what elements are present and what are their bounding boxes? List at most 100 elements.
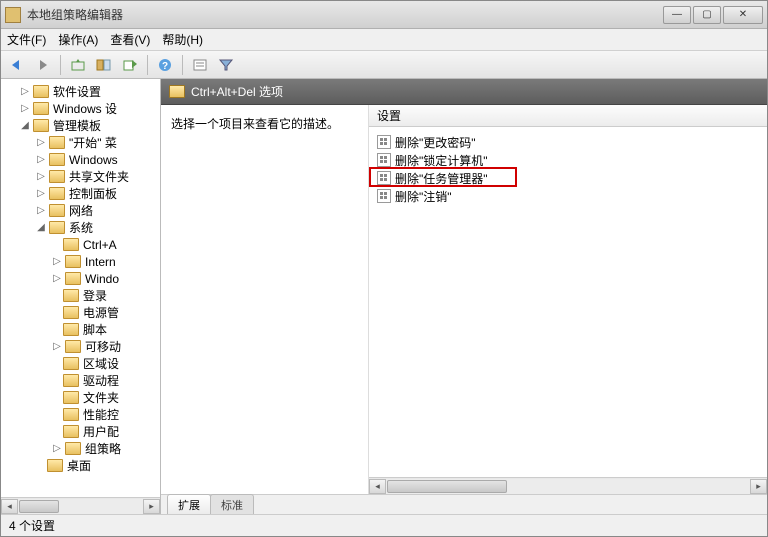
tree-node[interactable]: Ctrl+A xyxy=(3,236,160,253)
tree-node[interactable]: ◢系统 xyxy=(3,219,160,236)
tree-node[interactable]: ▷控制面板 xyxy=(3,185,160,202)
tree-node[interactable]: ▷ Intern xyxy=(3,253,160,270)
back-button[interactable] xyxy=(5,54,29,76)
tree-node[interactable]: 性能控 xyxy=(3,406,160,423)
list-item[interactable]: 删除"锁定计算机" xyxy=(373,151,763,169)
menu-action[interactable]: 操作(A) xyxy=(58,31,98,48)
tree-node[interactable]: 用户配 xyxy=(3,423,160,440)
expand-icon[interactable]: ▷ xyxy=(51,256,63,268)
minimize-button[interactable]: — xyxy=(663,6,691,24)
folder-icon xyxy=(33,119,49,132)
titlebar[interactable]: 本地组策略编辑器 — ▢ ✕ xyxy=(1,1,767,29)
properties-button[interactable] xyxy=(188,54,212,76)
tab-extended[interactable]: 扩展 xyxy=(167,494,211,514)
folder-icon xyxy=(63,323,79,336)
folder-icon xyxy=(63,357,79,370)
tree-node[interactable]: 电源管 xyxy=(3,304,160,321)
expand-icon[interactable]: ▷ xyxy=(51,341,63,353)
tree-node[interactable]: ▷软件设置 xyxy=(3,83,160,100)
folder-icon xyxy=(63,238,79,251)
expand-icon[interactable]: ▷ xyxy=(35,137,47,149)
scroll-right-icon[interactable]: ▸ xyxy=(143,499,160,514)
list-item[interactable]: 删除"任务管理器" xyxy=(373,169,763,187)
tree-node[interactable]: ▷可移动 xyxy=(3,338,160,355)
description-column: 选择一个项目来查看它的描述。 xyxy=(161,105,369,494)
menu-view[interactable]: 查看(V) xyxy=(110,31,150,48)
expand-icon[interactable]: ◢ xyxy=(19,120,31,132)
folder-icon xyxy=(65,272,81,285)
maximize-button[interactable]: ▢ xyxy=(693,6,721,24)
tree-hscrollbar[interactable]: ◂ ▸ xyxy=(1,497,160,514)
help-button[interactable]: ? xyxy=(153,54,177,76)
tree-node[interactable]: 登录 xyxy=(3,287,160,304)
up-button[interactable] xyxy=(66,54,90,76)
expand-icon[interactable]: ▷ xyxy=(51,443,63,455)
path-header: Ctrl+Alt+Del 选项 xyxy=(161,79,767,105)
tree-node[interactable]: 脚本 xyxy=(3,321,160,338)
folder-icon xyxy=(63,374,79,387)
expand-icon[interactable]: ▷ xyxy=(51,273,63,285)
tree-label: 区域设 xyxy=(83,355,119,372)
scroll-left-icon[interactable]: ◂ xyxy=(369,479,386,494)
show-hide-tree-button[interactable] xyxy=(92,54,116,76)
scroll-right-icon[interactable]: ▸ xyxy=(750,479,767,494)
menu-file[interactable]: 文件(F) xyxy=(7,31,46,48)
expand-icon[interactable]: ▷ xyxy=(35,171,47,183)
tree-node[interactable]: 桌面 xyxy=(3,457,160,474)
tree-label: 文件夹 xyxy=(83,389,119,406)
tree-node[interactable]: ▷Windows 设 xyxy=(3,100,160,117)
folder-icon xyxy=(33,85,49,98)
tree-node[interactable]: ▷Windo xyxy=(3,270,160,287)
folder-icon xyxy=(65,255,81,268)
list-item[interactable]: 删除"注销" xyxy=(373,187,763,205)
close-button[interactable]: ✕ xyxy=(723,6,763,24)
tree-label: 用户配 xyxy=(83,423,119,440)
expand-icon[interactable]: ▷ xyxy=(35,154,47,166)
expand-icon[interactable]: ▷ xyxy=(19,86,31,98)
settings-header-label: 设置 xyxy=(377,107,401,124)
expand-icon[interactable]: ▷ xyxy=(35,205,47,217)
folder-icon xyxy=(65,442,81,455)
path-title: Ctrl+Alt+Del 选项 xyxy=(191,83,283,100)
tree-node[interactable]: ▷Windows xyxy=(3,151,160,168)
description-prompt: 选择一个项目来查看它的描述。 xyxy=(171,115,358,132)
tab-standard[interactable]: 标准 xyxy=(210,494,254,514)
tree-node[interactable]: ▷网络 xyxy=(3,202,160,219)
list-item[interactable]: 删除"更改密码" xyxy=(373,133,763,151)
folder-icon xyxy=(65,340,81,353)
tree-node[interactable]: ▷共享文件夹 xyxy=(3,168,160,185)
tree-node[interactable]: ◢管理模板 xyxy=(3,117,160,134)
tree-node[interactable]: ▷"开始" 菜 xyxy=(3,134,160,151)
tree-hscroll-thumb[interactable] xyxy=(19,500,59,513)
folder-icon xyxy=(33,102,49,115)
expand-icon[interactable]: ▷ xyxy=(19,103,31,115)
menu-help[interactable]: 帮助(H) xyxy=(162,31,203,48)
tree-label: Ctrl+A xyxy=(83,238,117,252)
tree-node[interactable]: 驱动程 xyxy=(3,372,160,389)
expand-icon[interactable]: ◢ xyxy=(35,222,47,234)
tree-label: Intern xyxy=(85,255,116,269)
tree-node[interactable]: ▷ 组策略 xyxy=(3,440,160,457)
statusbar: 4 个设置 xyxy=(1,514,767,536)
window-title: 本地组策略编辑器 xyxy=(27,6,663,23)
scroll-left-icon[interactable]: ◂ xyxy=(1,499,18,514)
tree-node[interactable]: 区域设 xyxy=(3,355,160,372)
tree-label: 组策略 xyxy=(85,440,121,457)
settings-list-column: 设置 删除"更改密码"删除"锁定计算机"删除"任务管理器"删除"注销" ◂ ▸ xyxy=(369,105,767,494)
tree-node[interactable]: 文件夹 xyxy=(3,389,160,406)
forward-button[interactable] xyxy=(31,54,55,76)
tree-label: 驱动程 xyxy=(83,372,119,389)
toolbar: ? xyxy=(1,51,767,79)
list-item-label: 删除"注销" xyxy=(395,188,452,205)
folder-icon xyxy=(63,408,79,421)
settings-column-header[interactable]: 设置 xyxy=(369,105,767,127)
policy-icon xyxy=(377,189,391,203)
settings-list[interactable]: 删除"更改密码"删除"锁定计算机"删除"任务管理器"删除"注销" xyxy=(369,127,767,477)
expand-icon[interactable]: ▷ xyxy=(35,188,47,200)
policy-tree[interactable]: ▷软件设置▷Windows 设◢管理模板▷"开始" 菜▷Windows▷共享文件… xyxy=(1,79,160,478)
list-hscrollbar[interactable]: ◂ ▸ xyxy=(369,477,767,494)
filter-button[interactable] xyxy=(214,54,238,76)
list-hscroll-thumb[interactable] xyxy=(387,480,507,493)
svg-text:?: ? xyxy=(162,61,168,72)
export-button[interactable] xyxy=(118,54,142,76)
